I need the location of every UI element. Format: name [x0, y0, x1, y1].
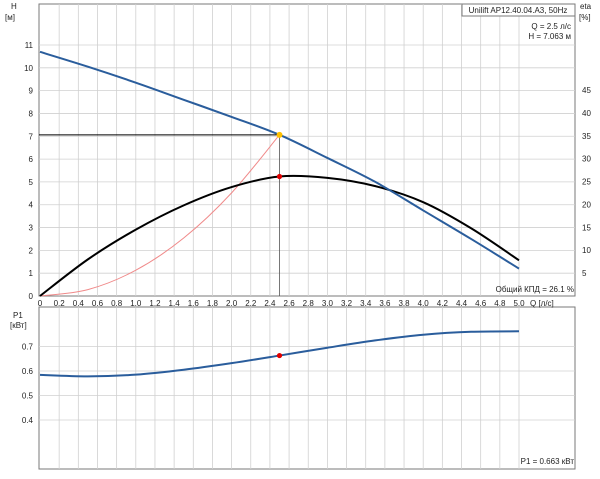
y2-tick-label: 10 — [582, 246, 591, 255]
y-tick-label: 4 — [29, 201, 34, 210]
x-tick-label: 2.0 — [226, 299, 238, 308]
x-tick-label: 3.6 — [379, 299, 391, 308]
y2-tick-label: 20 — [582, 200, 591, 209]
p1-tick-label: 0.7 — [22, 343, 34, 352]
h-axis-title: H — [11, 2, 17, 11]
x-tick-label: 0.4 — [73, 299, 85, 308]
y-tick-label: 11 — [25, 41, 34, 50]
x-tick-label: 2.2 — [245, 299, 257, 308]
x-tick-label: 1.6 — [188, 299, 200, 308]
y-tick-label: 6 — [29, 155, 34, 164]
y2-tick-label: 40 — [582, 109, 591, 118]
model-label: Unilift AP12.40.04.A3, 50Hz — [469, 6, 568, 15]
eta-axis-title: eta — [580, 2, 592, 11]
p1-axis-title: P1 — [13, 311, 23, 320]
x-tick-label: 5.0 — [513, 299, 525, 308]
y-tick-label: 7 — [29, 132, 34, 141]
h-readout: H = 7.063 м — [528, 32, 571, 41]
x-tick-label: 0.6 — [92, 299, 104, 308]
p1-tick-label: 0.5 — [22, 392, 34, 401]
x-tick-label: 4.0 — [418, 299, 430, 308]
x-tick-label: 3.0 — [322, 299, 334, 308]
x-tick-label: 1.8 — [207, 299, 219, 308]
x-tick-label: 0.2 — [54, 299, 66, 308]
duty-point-marker — [276, 131, 283, 138]
power-readout: P1 = 0.663 кВт — [521, 457, 575, 466]
x-tick-label: 2.4 — [264, 299, 276, 308]
power-point-marker — [276, 352, 283, 359]
p1-tick-label: 0.6 — [22, 367, 34, 376]
x-tick-label: 1.2 — [149, 299, 161, 308]
x-tick-label: 0.8 — [111, 299, 123, 308]
y-tick-label: 0 — [29, 292, 34, 301]
y-tick-label: 3 — [29, 224, 34, 233]
y2-tick-label: 25 — [582, 178, 591, 187]
pump-performance-chart: 0.2 0.4 0.6 0.8 1.0 1.2 1.4 1.6 1.8 2.0 2.2 2.4 2.6 2… — [0, 0, 600, 474]
x-tick-label: 4.6 — [475, 299, 487, 308]
x-tick-label: 3.8 — [398, 299, 410, 308]
chart-background — [0, 0, 600, 474]
x-tick-label: 1.0 — [130, 299, 142, 308]
y2-tick-label: 45 — [582, 86, 591, 95]
x-tick-label: 4.4 — [456, 299, 468, 308]
y-tick-label: 1 — [29, 269, 34, 278]
x-tick-label: 3.4 — [360, 299, 372, 308]
q-readout: Q = 2.5 л/с — [531, 22, 571, 31]
x-tick-label: 1.4 — [169, 299, 181, 308]
efficiency-readout: Общий КПД = 26.1 % — [496, 285, 574, 294]
x-tick-label: 2.6 — [284, 299, 296, 308]
y2-tick-label: 5 — [582, 269, 587, 278]
x-tick-label: 2.8 — [303, 299, 315, 308]
y-tick-label: 8 — [29, 109, 34, 118]
y2-tick-label: 35 — [582, 132, 591, 141]
efficiency-point-marker — [276, 173, 283, 180]
y-tick-label: 5 — [29, 178, 34, 187]
y-tick-label: 9 — [29, 87, 34, 96]
h-axis-unit: [м] — [5, 13, 15, 22]
p1-tick-label: 0.4 — [22, 416, 34, 425]
y2-tick-label: 30 — [582, 155, 591, 164]
x-tick-label: 3.2 — [341, 299, 353, 308]
x-tick-label: 4.8 — [494, 299, 506, 308]
q-axis-title: Q [л/с] — [530, 299, 554, 308]
chart-canvas: 0.2 0.4 0.6 0.8 1.0 1.2 1.4 1.6 1.8 2.0 2.2 2.4 2.6 2… — [0, 0, 600, 474]
y-tick-label: 2 — [29, 246, 34, 255]
y-tick-label: 10 — [24, 64, 33, 73]
x-tick-label: 0 — [38, 299, 43, 308]
p1-axis-unit: [кВт] — [10, 321, 27, 330]
x-tick-label: 4.2 — [437, 299, 449, 308]
y2-tick-label: 15 — [582, 223, 591, 232]
eta-axis-unit: [%] — [579, 13, 591, 22]
